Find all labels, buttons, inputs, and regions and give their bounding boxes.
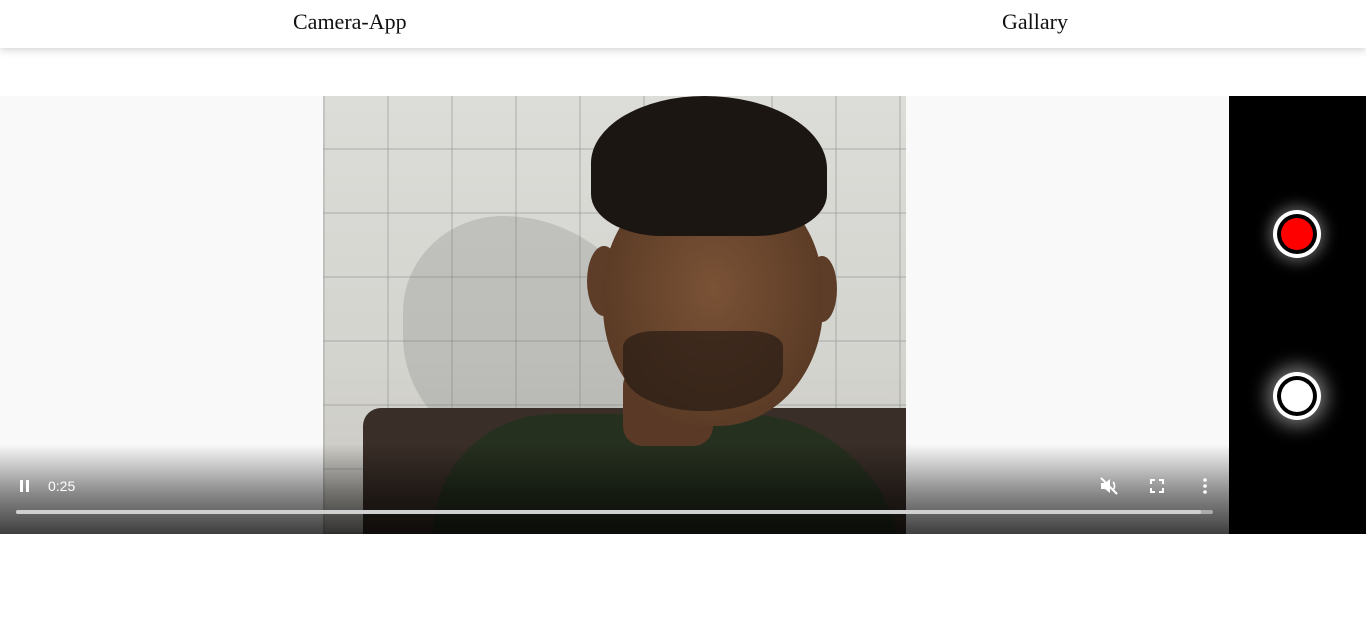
record-button[interactable] <box>1273 210 1321 258</box>
person-beard <box>623 331 783 411</box>
video-progress-bar[interactable] <box>16 510 1213 514</box>
video-current-time: 0:25 <box>48 478 76 494</box>
video-progress-fill <box>16 510 1202 514</box>
nav-camera-app[interactable]: Camera-App <box>293 9 407 35</box>
capture-button-ring <box>1277 376 1317 416</box>
record-button-ring <box>1277 214 1317 254</box>
pause-icon[interactable] <box>16 478 34 494</box>
volume-muted-icon[interactable] <box>1098 476 1120 496</box>
video-controls-overlay <box>0 444 1229 534</box>
navbar: Camera-App Gallary <box>0 0 1366 48</box>
camera-controls-panel <box>1229 96 1366 534</box>
nav-gallery[interactable]: Gallary <box>1002 9 1068 35</box>
capture-dot-icon <box>1281 380 1313 412</box>
capture-button[interactable] <box>1273 372 1321 420</box>
fullscreen-icon[interactable] <box>1148 477 1166 495</box>
video-player[interactable]: 0:25 <box>0 96 1229 534</box>
more-vertical-icon[interactable] <box>1197 477 1213 495</box>
person-hair <box>591 96 827 236</box>
record-dot-icon <box>1281 218 1313 250</box>
